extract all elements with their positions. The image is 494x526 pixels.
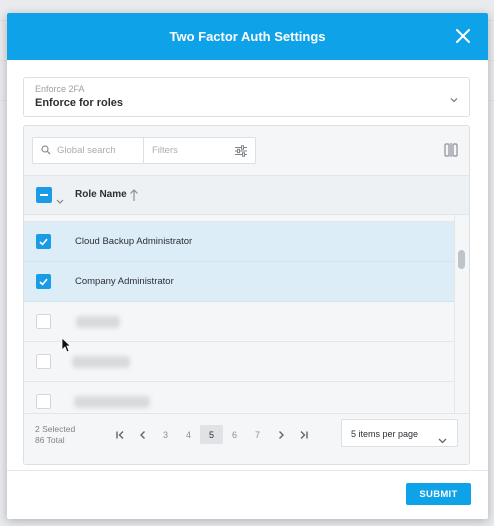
- search-placeholder: Global search: [57, 145, 116, 156]
- table-header: Role Name: [24, 175, 469, 215]
- enforce-2fa-value: Enforce for roles: [35, 97, 124, 109]
- two-factor-dialog: Two Factor Auth Settings Enforce 2FA Enf…: [7, 13, 488, 519]
- scrollbar-thumb[interactable]: [458, 250, 465, 269]
- mouse-cursor-icon: [61, 337, 72, 358]
- sliders-icon[interactable]: [234, 144, 248, 163]
- row-checkbox[interactable]: [36, 354, 51, 369]
- redacted-role-name: [74, 396, 150, 408]
- close-icon[interactable]: [452, 25, 474, 47]
- selected-count: 2 Selected: [35, 424, 76, 434]
- row-checkbox[interactable]: [36, 234, 51, 249]
- enforce-2fa-select[interactable]: Enforce 2FA Enforce for roles: [23, 77, 470, 117]
- select-all-checkbox[interactable]: [36, 187, 52, 203]
- global-search-input[interactable]: Global search: [32, 137, 144, 164]
- table-row[interactable]: [24, 382, 456, 413]
- submit-button[interactable]: SUBMIT: [406, 483, 471, 505]
- row-checkbox[interactable]: [36, 394, 51, 409]
- table-body: Cloud Backup Administrator Company Admin…: [24, 215, 456, 413]
- redacted-role-name: [76, 316, 120, 328]
- table-scrollbar[interactable]: [454, 215, 469, 413]
- pagination: 3 4 5 6 7: [108, 425, 315, 444]
- table-row[interactable]: Company Administrator: [24, 262, 456, 302]
- search-icon: [41, 142, 51, 160]
- redacted-role-name: [72, 356, 130, 368]
- enforce-2fa-label: Enforce 2FA: [35, 84, 85, 94]
- items-per-page-value: 5 items per page: [351, 429, 419, 439]
- page-3[interactable]: 3: [154, 425, 177, 444]
- roles-grid: Global search Filters Role Name Cloud Ba…: [23, 125, 470, 465]
- filters-input[interactable]: Filters: [143, 137, 256, 164]
- column-header-role-name[interactable]: Role Name: [75, 189, 127, 200]
- dialog-divider: [7, 470, 488, 471]
- row-checkbox[interactable]: [36, 314, 51, 329]
- items-per-page-select[interactable]: 5 items per page: [341, 419, 458, 447]
- sort-ascending-icon[interactable]: [129, 188, 139, 207]
- row-checkbox[interactable]: [36, 274, 51, 289]
- selection-summary: 2 Selected 86 Total: [35, 424, 75, 446]
- total-count: 86 Total: [35, 435, 65, 445]
- chevron-down-icon[interactable]: [56, 192, 64, 210]
- filters-placeholder: Filters: [152, 145, 178, 156]
- columns-toggle-icon[interactable]: [444, 143, 458, 162]
- grid-footer: 2 Selected 86 Total 3 4 5 6 7 5 items pe…: [24, 413, 469, 464]
- table-row[interactable]: [24, 302, 456, 342]
- page-5-current[interactable]: 5: [200, 425, 223, 444]
- role-name: Cloud Backup Administrator: [75, 236, 193, 247]
- dialog-title: Two Factor Auth Settings: [169, 29, 326, 44]
- table-row[interactable]: [24, 342, 456, 382]
- page-6[interactable]: 6: [223, 425, 246, 444]
- first-page-icon[interactable]: [108, 425, 131, 444]
- dialog-header: Two Factor Auth Settings: [7, 13, 488, 60]
- table-row[interactable]: Cloud Backup Administrator: [24, 222, 456, 262]
- next-page-icon[interactable]: [269, 425, 292, 444]
- page-7[interactable]: 7: [246, 425, 269, 444]
- role-name: Company Administrator: [75, 276, 174, 287]
- previous-page-icon[interactable]: [131, 425, 154, 444]
- chevron-down-icon: [449, 92, 459, 110]
- table-row[interactable]: [24, 215, 456, 222]
- page-4[interactable]: 4: [177, 425, 200, 444]
- last-page-icon[interactable]: [292, 425, 315, 444]
- chevron-down-icon: [438, 431, 447, 449]
- grid-toolbar: Global search Filters: [24, 126, 469, 175]
